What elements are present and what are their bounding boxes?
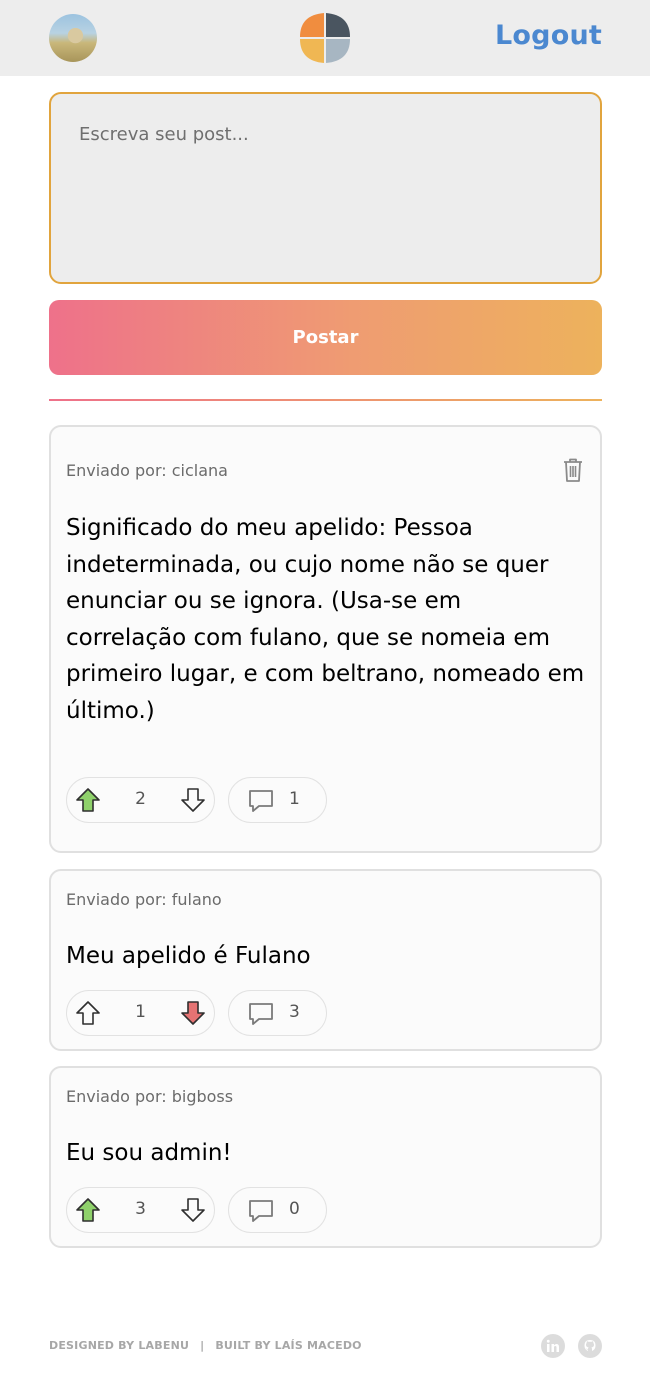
user-avatar[interactable] bbox=[49, 14, 97, 62]
divider bbox=[49, 399, 602, 401]
post-content: Significado do meu apelido: Pessoa indet… bbox=[66, 515, 585, 724]
comment-count: 1 bbox=[289, 789, 300, 809]
comments-button[interactable]: 3 bbox=[228, 990, 327, 1036]
labeddit-logo bbox=[300, 13, 350, 63]
linkedin-icon[interactable] bbox=[541, 1334, 565, 1358]
post-card: Enviado por: bigboss Eu sou admin! 3 0 bbox=[49, 1066, 602, 1248]
comments-button[interactable]: 0 bbox=[228, 1187, 327, 1233]
comments-button[interactable]: 1 bbox=[228, 777, 327, 823]
comment-icon bbox=[249, 1200, 273, 1222]
downvote-icon[interactable] bbox=[180, 1000, 206, 1026]
vote-control: 3 bbox=[66, 1187, 215, 1233]
comment-icon bbox=[249, 790, 273, 812]
post-content: Eu sou admin! bbox=[66, 1140, 232, 1166]
app-header: Logout bbox=[0, 0, 650, 76]
trash-icon[interactable] bbox=[562, 457, 584, 483]
post-button[interactable]: Postar bbox=[49, 300, 602, 375]
post-card: Enviado por: fulano Meu apelido é Fulano… bbox=[49, 869, 602, 1051]
post-author: Enviado por: ciclana bbox=[66, 461, 228, 480]
downvote-icon[interactable] bbox=[180, 1197, 206, 1223]
footer-credits: DESIGNED BY LABENU | BUILT BY LAÍS MACEDO bbox=[49, 1339, 362, 1352]
post-card: Enviado por: ciclana Significado do meu … bbox=[49, 425, 602, 853]
post-input[interactable] bbox=[49, 92, 602, 284]
designed-by-text: DESIGNED BY LABENU bbox=[49, 1339, 190, 1352]
vote-control: 1 bbox=[66, 990, 215, 1036]
post-content: Meu apelido é Fulano bbox=[66, 943, 311, 969]
comment-count: 3 bbox=[289, 1002, 300, 1022]
github-icon[interactable] bbox=[578, 1334, 602, 1358]
footer-separator: | bbox=[200, 1339, 205, 1352]
downvote-icon[interactable] bbox=[180, 787, 206, 813]
built-by-text: BUILT BY LAÍS MACEDO bbox=[215, 1339, 362, 1352]
comment-count: 0 bbox=[289, 1199, 300, 1219]
post-author: Enviado por: fulano bbox=[66, 890, 222, 909]
post-author: Enviado por: bigboss bbox=[66, 1087, 234, 1106]
comment-icon bbox=[249, 1003, 273, 1025]
vote-control: 2 bbox=[66, 777, 215, 823]
logout-button[interactable]: Logout bbox=[495, 20, 602, 51]
